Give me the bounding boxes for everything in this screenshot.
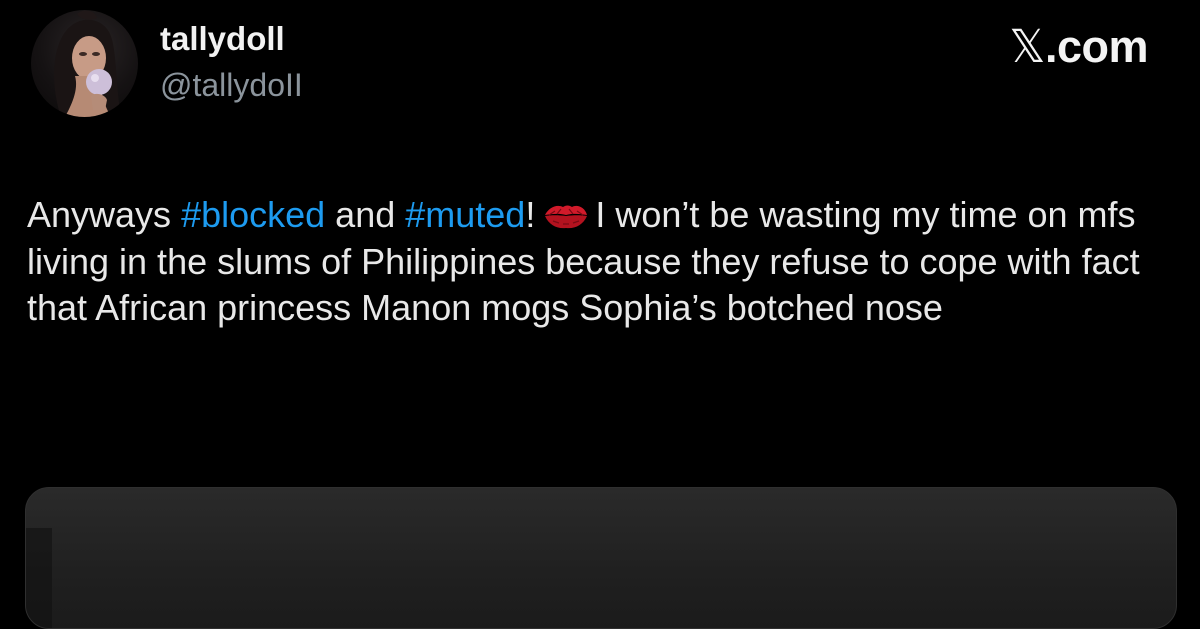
hashtag-muted[interactable]: #muted	[405, 194, 525, 235]
tweet-media-preview[interactable]	[25, 487, 1177, 629]
tweet-text: Anyways #blocked and #muted! I won’t be …	[27, 192, 1177, 332]
x-com-watermark: 𝕏.com	[1009, 24, 1148, 69]
avatar-photo	[54, 10, 121, 117]
author-display-name[interactable]: tallydoll	[160, 22, 285, 55]
hashtag-blocked[interactable]: #blocked	[181, 194, 325, 235]
media-shadow	[26, 528, 52, 628]
tweet-text-segment: !	[525, 194, 536, 235]
x-logo-icon: 𝕏	[1009, 20, 1045, 73]
brand-suffix: .com	[1044, 21, 1149, 72]
kiss-mark-icon	[543, 196, 589, 229]
tweet-text-segment: Anyways	[27, 194, 182, 235]
tweet-card: tallydoll @tallydoII 𝕏.com Anyways #bloc…	[0, 0, 1200, 629]
author-avatar[interactable]	[31, 10, 138, 117]
author-handle[interactable]: @tallydoII	[160, 69, 303, 101]
tweet-text-segment: and	[325, 194, 406, 235]
